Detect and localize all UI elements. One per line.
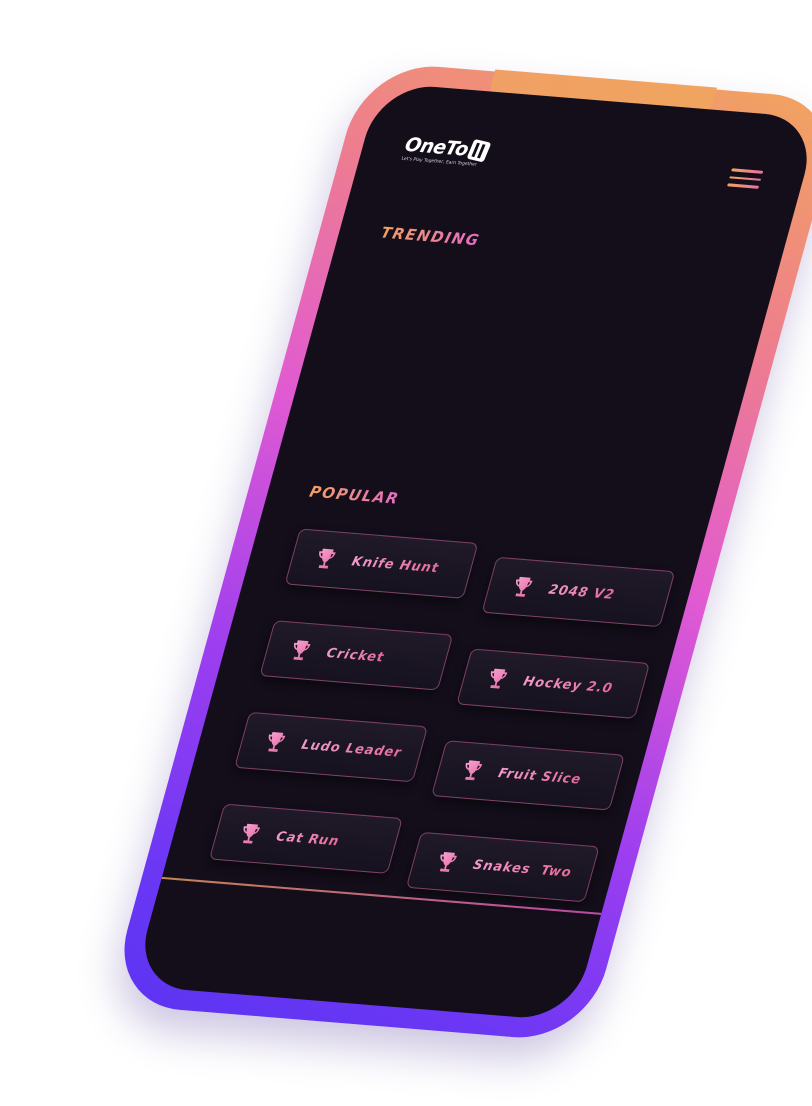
game-label: Fruit Slice [496,765,584,788]
game-card-snakes-two[interactable]: Snakes Two [405,831,600,903]
phone-screen: OneTo Let's Play Together, Earn Together… [132,82,812,1022]
game-card-ludo-leader[interactable]: Ludo Leader [234,711,429,783]
popular-games-grid: Knife Hunt 2048 V2 Cricket Hockey 2.0 Lu… [206,528,683,903]
game-label: 2048 V2 [546,582,617,603]
app-logo[interactable]: OneTo Let's Play Together, Earn Together [401,134,492,169]
menu-line [731,168,764,174]
menu-line [727,183,760,189]
game-label: Cricket [324,645,387,666]
menu-line [729,175,762,181]
game-card-cat-run[interactable]: Cat Run [208,803,403,874]
trophy-icon [439,852,457,873]
trophy-icon [318,548,336,569]
game-label: Ludo Leader [299,737,404,761]
trophy-icon [242,823,261,844]
trending-section-title: TRENDING [378,223,483,250]
phone-frame: OneTo Let's Play Together, Earn Together… [107,60,812,1044]
game-card-fruit-slice[interactable]: Fruit Slice [431,740,625,811]
game-label: Cat Run [274,828,342,849]
stage: OneTo Let's Play Together, Earn Together… [0,0,812,1106]
trophy-icon [490,668,508,689]
game-card-2048-v2[interactable]: 2048 V2 [481,556,676,628]
game-label: Hockey 2.0 [521,673,615,696]
trophy-icon [268,731,286,752]
game-card-hockey-2[interactable]: Hockey 2.0 [456,648,651,719]
game-label: Snakes Two [471,857,574,881]
trophy-icon [293,640,311,661]
trophy-icon [515,576,533,597]
game-card-cricket[interactable]: Cricket [259,620,454,691]
hamburger-menu-icon[interactable] [726,168,764,191]
game-label: Knife Hunt [350,553,441,576]
game-card-knife-hunt[interactable]: Knife Hunt [284,528,479,599]
trophy-icon [465,760,483,781]
popular-section-title: POPULAR [307,482,402,508]
